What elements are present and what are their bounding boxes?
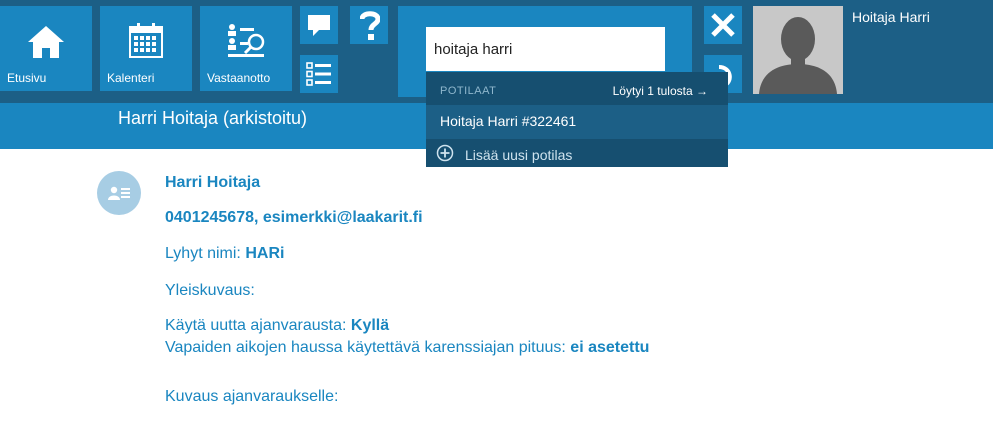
home-icon (28, 26, 64, 58)
messages-button[interactable] (300, 6, 338, 44)
help-button[interactable] (350, 6, 388, 44)
home-tile[interactable]: Etusivu (0, 6, 92, 91)
grace-period-label: Vapaiden aikojen haussa käytettävä karen… (165, 339, 571, 356)
add-patient-item[interactable]: Lisää uusi potilas (426, 139, 728, 167)
add-patient-label: Lisää uusi potilas (465, 147, 573, 163)
booking-description-label: Kuvaus ajanvaraukselle: (165, 388, 339, 405)
patient-contact: 0401245678, esimerkki@laakarit.fi (165, 209, 423, 226)
question-mark-icon (360, 11, 380, 40)
general-description-label: Yleiskuvaus: (165, 282, 255, 299)
plus-circle-icon (436, 144, 454, 162)
short-name-label: Lyhyt nimi: (165, 245, 246, 262)
id-card-icon (108, 186, 130, 200)
search-result-label: Hoitaja Harri #322461 (440, 113, 577, 129)
reception-label: Vastaanotto (207, 71, 271, 85)
search-result-item[interactable]: Hoitaja Harri #322461 (426, 105, 728, 138)
contact-card-icon (97, 171, 141, 215)
user-name[interactable]: Hoitaja Harri (852, 9, 930, 25)
results-header: POTILAAT Löytyi 1 tulosta → (426, 72, 728, 105)
new-booking-value: Kyllä (350, 317, 390, 334)
calendar-icon (129, 23, 163, 58)
new-booking-row: Käytä uutta ajanvarausta: Kyllä (165, 317, 389, 335)
search-results-dropdown: POTILAAT Löytyi 1 tulosta → Hoitaja Harr… (426, 72, 728, 167)
results-category: POTILAAT (440, 85, 497, 97)
results-count-link[interactable]: Löytyi 1 tulosta → (613, 84, 708, 98)
close-icon (711, 13, 735, 37)
speech-bubble-icon (308, 15, 330, 36)
close-button[interactable] (704, 6, 742, 44)
list-icon (306, 62, 331, 86)
patient-header-title: Harri Hoitaja (arkistoitu) (118, 108, 308, 128)
short-name-row: Lyhyt nimi: HARi (165, 245, 284, 263)
calendar-label: Kalenteri (107, 71, 155, 85)
reception-icon (228, 24, 265, 57)
short-name-value: HARi (245, 245, 285, 262)
user-avatar[interactable] (753, 6, 843, 94)
calendar-tile[interactable]: Kalenteri (100, 6, 192, 91)
reception-tile[interactable]: Vastaanotto (200, 6, 292, 91)
list-button[interactable] (300, 55, 338, 93)
search-input[interactable] (426, 27, 665, 71)
person-silhouette-icon (759, 17, 837, 94)
grace-period-value: ei asetettu (570, 339, 650, 356)
new-booking-label: Käytä uutta ajanvarausta: (165, 317, 351, 334)
patient-name: Harri Hoitaja (165, 174, 261, 191)
grace-period-row: Vapaiden aikojen haussa käytettävä karen… (165, 339, 649, 357)
home-label: Etusivu (7, 71, 47, 85)
